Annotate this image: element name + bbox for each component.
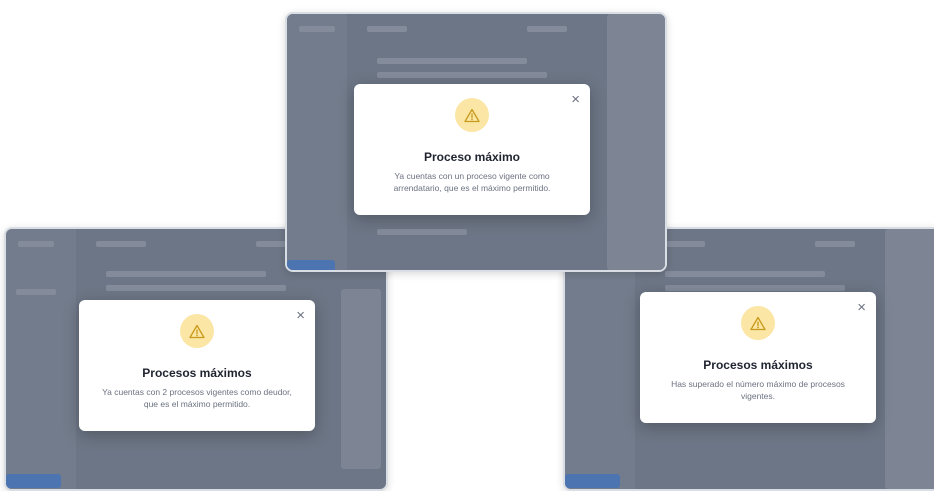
warning-icon bbox=[741, 306, 775, 340]
warning-icon bbox=[455, 98, 489, 132]
background-element bbox=[377, 58, 527, 64]
background-button bbox=[287, 260, 335, 270]
background-element bbox=[527, 26, 567, 32]
background-element bbox=[341, 289, 381, 469]
background-element bbox=[106, 271, 266, 277]
dialog-message: Ya cuentas con un proceso vigente como a… bbox=[393, 171, 551, 193]
background-element bbox=[665, 285, 845, 291]
dialog-message: Has superado el número máximo de proceso… bbox=[671, 379, 845, 401]
dialog-title: Procesos máximos bbox=[703, 358, 813, 372]
screenshot-panel-top: × Proceso máximo Ya cuentas con un proce… bbox=[285, 12, 667, 272]
background-sidebar bbox=[6, 229, 76, 489]
max-processes-dialog: × Procesos máximos Has superado el númer… bbox=[640, 292, 876, 423]
background-element bbox=[607, 14, 665, 270]
background-element bbox=[815, 241, 855, 247]
close-icon[interactable]: × bbox=[571, 92, 580, 107]
background-button bbox=[6, 474, 61, 488]
warning-icon bbox=[180, 314, 214, 348]
background-element bbox=[96, 241, 146, 247]
close-icon[interactable]: × bbox=[296, 308, 305, 323]
max-processes-dialog: × Procesos máximos Ya cuentas con 2 proc… bbox=[79, 300, 315, 431]
close-icon[interactable]: × bbox=[857, 300, 866, 315]
dialog-message: Ya cuentas con 2 procesos vigentes como … bbox=[102, 387, 292, 409]
background-element bbox=[299, 26, 335, 32]
background-sidebar bbox=[287, 14, 347, 270]
background-element bbox=[16, 289, 56, 295]
background-element bbox=[377, 229, 467, 235]
dialog-title: Proceso máximo bbox=[423, 150, 521, 164]
background-button bbox=[565, 474, 620, 488]
background-element bbox=[367, 26, 407, 32]
max-process-dialog: × Proceso máximo Ya cuentas con un proce… bbox=[354, 84, 590, 215]
background-element bbox=[106, 285, 286, 291]
background-element bbox=[18, 241, 54, 247]
background-element bbox=[665, 271, 825, 277]
background-element bbox=[885, 229, 934, 489]
background-element bbox=[377, 72, 547, 78]
dialog-title: Procesos máximos bbox=[142, 366, 252, 380]
